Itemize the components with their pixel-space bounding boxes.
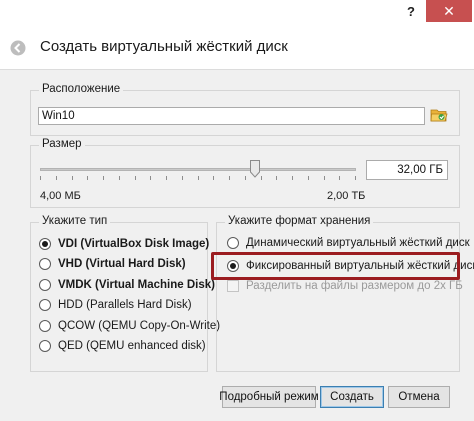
radio-button[interactable] [227, 237, 239, 249]
storage-format-group-title: Укажите формат хранения [225, 215, 374, 227]
split-files-label: Разделить на файлы размером до 2х ГБ [246, 280, 463, 292]
slider-tick [150, 176, 152, 180]
cancel-button[interactable]: Отмена [388, 386, 450, 408]
slider-tick [181, 176, 183, 180]
size-input[interactable] [366, 160, 448, 180]
slider-tick [71, 176, 73, 180]
radio-button[interactable] [39, 299, 51, 312]
choose-location-button[interactable] [430, 106, 448, 124]
back-button[interactable] [8, 38, 28, 58]
radio-button[interactable] [39, 258, 51, 271]
expert-mode-button[interactable]: Подробный режим [219, 386, 319, 408]
slider-tick [355, 176, 356, 180]
split-files-option[interactable]: Разделить на файлы размером до 2х ГБ [227, 277, 463, 295]
slider-tick [103, 176, 104, 180]
help-button[interactable]: ? [398, 0, 424, 22]
highlight-frame [211, 252, 460, 280]
slider-tick [55, 176, 57, 180]
wizard-title: Создать виртуальный жёсткий диск [40, 38, 288, 55]
disk-type-option-hdd[interactable]: HDD (Parallels Hard Disk) [39, 296, 192, 314]
size-min-label: 4,00 МБ [40, 190, 81, 202]
arrow-left-icon [10, 40, 26, 56]
disk-type-label: QCOW (QEMU Copy-On-Write) [58, 319, 221, 332]
disk-type-option-vmdk[interactable]: VMDK (Virtual Machine Disk) [39, 276, 215, 294]
radio-button[interactable] [39, 278, 51, 291]
slider-tick [339, 176, 341, 180]
slider-tick [134, 176, 136, 180]
slider-tick [276, 176, 278, 180]
size-slider-ticks [40, 176, 356, 181]
radio-button[interactable] [39, 319, 51, 332]
slider-tick [229, 176, 230, 180]
disk-type-label: HDD (Parallels Hard Disk) [58, 299, 192, 312]
size-group-title: Размер [39, 138, 85, 150]
slider-tick [118, 176, 120, 180]
radio-button[interactable] [39, 340, 51, 352]
close-button[interactable]: ✕ [426, 0, 472, 22]
storage-dynamic-label: Динамический виртуальный жёсткий диск [246, 237, 470, 249]
slider-tick [292, 176, 293, 180]
location-group-title: Расположение [39, 83, 124, 95]
disk-type-option-qed[interactable]: QED (QEMU enhanced disk) [39, 337, 206, 355]
slider-tick [87, 176, 89, 180]
disk-type-label: VDI (VirtualBox Disk Image) [58, 238, 210, 250]
slider-tick [40, 176, 41, 180]
slider-tick [213, 176, 215, 180]
disk-type-option-vhd[interactable]: VHD (Virtual Hard Disk) [39, 255, 186, 273]
radio-button[interactable] [39, 238, 51, 250]
slider-tick [197, 176, 199, 180]
size-slider-thumb[interactable] [249, 160, 260, 178]
disk-type-option-qcow[interactable]: QCOW (QEMU Copy-On-Write) [39, 317, 220, 335]
disk-type-label: QED (QEMU enhanced disk) [58, 340, 206, 352]
split-files-checkbox[interactable] [227, 280, 239, 292]
storage-dynamic-option[interactable]: Динамический виртуальный жёсткий диск [227, 234, 470, 252]
size-slider-track[interactable] [40, 168, 356, 171]
create-button[interactable]: Создать [320, 386, 384, 408]
wizard-header: Создать виртуальный жёсткий диск [0, 26, 474, 70]
slider-handle-icon [249, 160, 260, 178]
folder-open-icon [430, 109, 448, 122]
size-max-label: 2,00 ТБ [327, 190, 366, 202]
slider-tick [244, 176, 246, 180]
window-titlebar: ? ✕ [0, 0, 474, 26]
slider-tick [323, 176, 325, 180]
disk-type-label: VHD (Virtual Hard Disk) [58, 258, 186, 271]
disk-type-group-title: Укажите тип [39, 215, 111, 227]
slider-tick [166, 176, 167, 180]
slider-tick [260, 176, 262, 180]
disk-type-option-vdi[interactable]: VDI (VirtualBox Disk Image) [39, 235, 209, 253]
disk-type-label: VMDK (Virtual Machine Disk) [58, 278, 215, 291]
location-input[interactable] [38, 107, 425, 125]
slider-tick [307, 176, 309, 180]
